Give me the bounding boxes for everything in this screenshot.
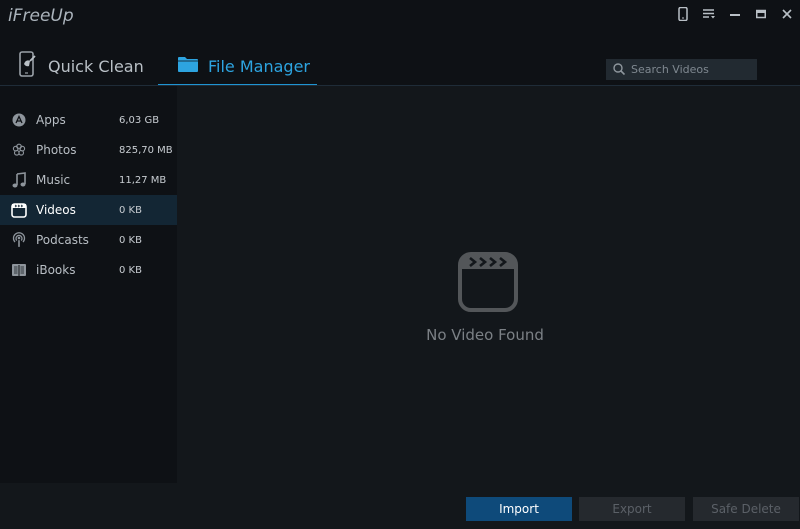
sidebar-item-apps[interactable]: Apps 6,03 GB [0, 105, 177, 135]
sidebar-size: 825,70 MB [119, 144, 173, 156]
sidebar-size: 0 KB [119, 234, 142, 246]
sidebar-label: Videos [36, 203, 76, 217]
close-icon [782, 9, 792, 19]
app-title: iFreeUp [8, 6, 74, 26]
empty-state-message: No Video Found [426, 326, 544, 344]
photos-flower-icon [11, 142, 27, 158]
export-button[interactable]: Export [579, 497, 685, 521]
sidebar-label: Apps [36, 113, 66, 127]
sidebar-label: iBooks [36, 263, 76, 277]
sidebar-item-videos[interactable]: Videos 0 KB [0, 195, 177, 225]
minimize-button[interactable] [722, 5, 748, 23]
content-area: No Video Found [177, 86, 800, 483]
menu-icon [703, 9, 715, 19]
search-input[interactable] [631, 63, 751, 76]
book-icon [11, 262, 27, 278]
tab-file-manager[interactable]: File Manager [158, 46, 317, 87]
device-button[interactable] [670, 5, 696, 23]
sidebar-item-music[interactable]: Music 11,27 MB [0, 165, 177, 195]
window-controls [670, 4, 800, 24]
title-bar: iFreeUp Quick Clean File Manager Search … [0, 0, 800, 87]
close-button[interactable] [774, 5, 800, 23]
app-store-icon [11, 112, 27, 128]
folder-icon [178, 56, 198, 76]
sidebar-label: Music [36, 173, 71, 187]
menu-button[interactable] [696, 5, 722, 23]
search-box [606, 59, 757, 80]
tab-label: File Manager [208, 56, 310, 76]
sidebar-item-photos[interactable]: Photos 825,70 MB [0, 135, 177, 165]
device-icon [678, 7, 688, 21]
minimize-icon [730, 9, 740, 19]
podcast-icon [11, 232, 27, 248]
tab-quick-clean[interactable]: Quick Clean [18, 46, 168, 86]
sidebar-size: 0 KB [119, 264, 142, 276]
safe-delete-button[interactable]: Safe Delete [693, 497, 799, 521]
tab-label: Quick Clean [48, 56, 144, 76]
phone-clean-icon [18, 51, 38, 81]
music-note-icon [11, 172, 27, 188]
maximize-icon [756, 9, 766, 19]
maximize-button[interactable] [748, 5, 774, 23]
sidebar-label: Podcasts [36, 233, 89, 247]
sidebar-item-ibooks[interactable]: iBooks 0 KB [0, 255, 177, 285]
sidebar-label: Photos [36, 143, 77, 157]
video-clapper-icon [11, 202, 27, 218]
main-tabs: Quick Clean File Manager [0, 46, 317, 87]
import-button[interactable]: Import [466, 497, 572, 521]
sidebar-item-podcasts[interactable]: Podcasts 0 KB [0, 225, 177, 255]
sidebar: Apps 6,03 GB Photos 825,70 MB Music 11,2… [0, 86, 177, 483]
video-clapper-icon [458, 252, 518, 316]
sidebar-size: 6,03 GB [119, 114, 160, 126]
sidebar-size: 0 KB [119, 204, 142, 216]
footer-bar: Import Export Safe Delete [0, 483, 800, 529]
search-icon [613, 60, 626, 79]
sidebar-size: 11,27 MB [119, 174, 167, 186]
